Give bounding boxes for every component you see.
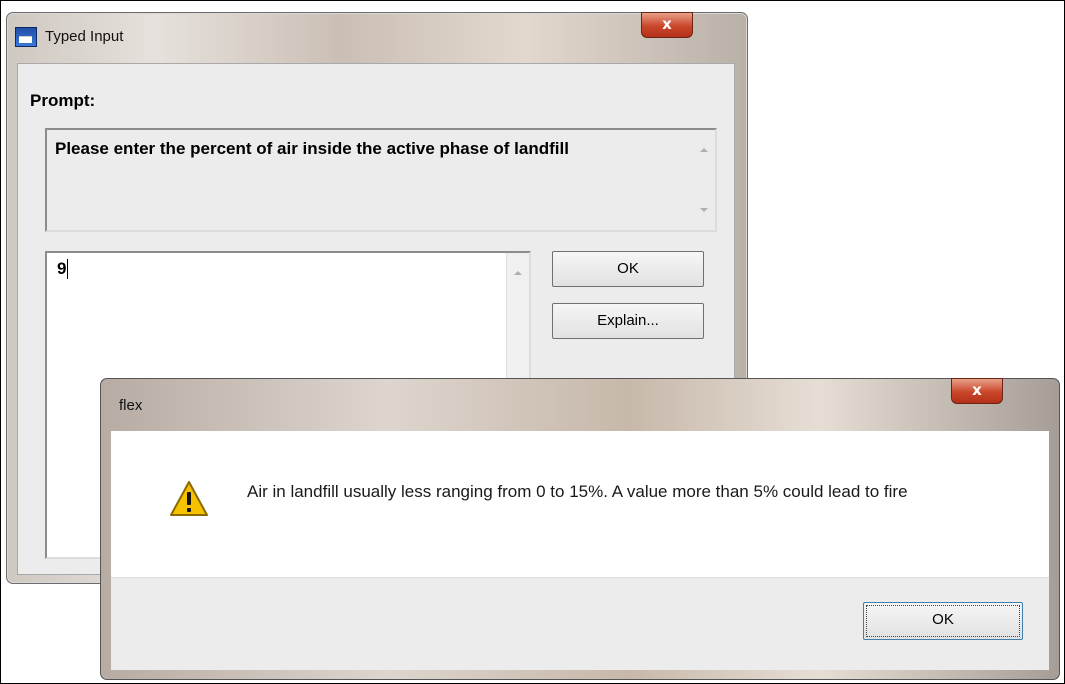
scroll-up-icon[interactable] bbox=[700, 148, 708, 152]
dialog-button-bar: OK bbox=[111, 577, 1049, 670]
scroll-down-icon[interactable] bbox=[700, 208, 708, 212]
close-button[interactable]: x bbox=[951, 378, 1003, 404]
dialog-message: Air in landfill usually less ranging fro… bbox=[247, 482, 908, 501]
prompt-textbox: Please enter the percent of air inside t… bbox=[45, 128, 717, 232]
app-window-icon bbox=[15, 27, 37, 47]
dialog-title: flex bbox=[119, 397, 143, 414]
ok-button[interactable]: OK bbox=[552, 251, 704, 287]
message-area: Air in landfill usually less ranging fro… bbox=[111, 431, 1049, 577]
scroll-up-icon[interactable] bbox=[514, 271, 522, 275]
warning-icon bbox=[170, 481, 208, 516]
close-button[interactable]: x bbox=[641, 12, 693, 38]
window-title: Typed Input bbox=[45, 28, 124, 45]
dialog-ok-button[interactable]: OK bbox=[863, 602, 1023, 640]
prompt-text: Please enter the percent of air inside t… bbox=[55, 139, 569, 158]
typed-input-titlebar[interactable]: Typed Input x bbox=[7, 12, 747, 63]
explain-button[interactable]: Explain... bbox=[552, 303, 704, 339]
input-value[interactable]: 9 bbox=[57, 259, 69, 279]
flex-dialog: flex x Air in landfill usually less rang… bbox=[100, 378, 1060, 680]
prompt-scrollbar[interactable] bbox=[693, 130, 715, 230]
prompt-label: Prompt: bbox=[30, 91, 96, 110]
